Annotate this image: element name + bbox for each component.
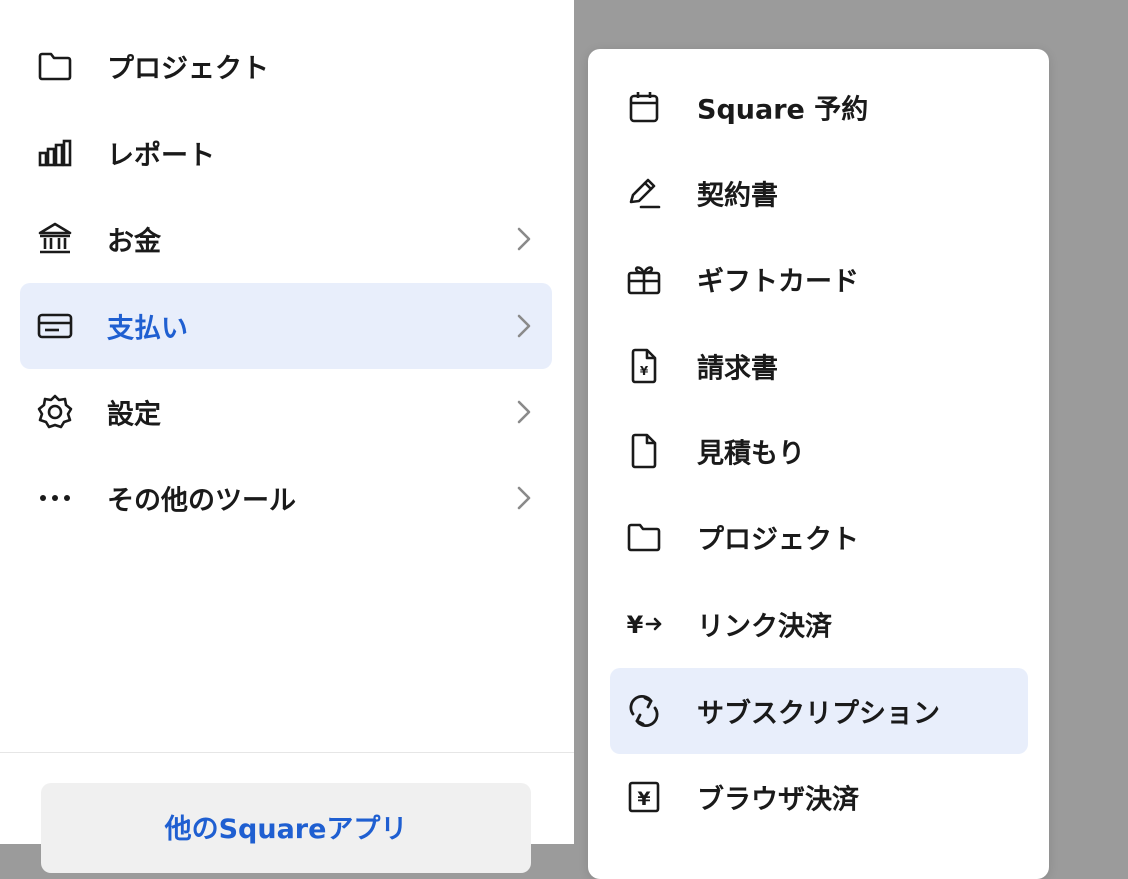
folder-icon (624, 517, 664, 557)
sidebar-item-label: レポート (107, 140, 215, 172)
chevron-right-icon (514, 398, 534, 426)
sidebar-item-money[interactable]: お金 (20, 196, 552, 282)
submenu-item-label: サブスクリプション (697, 698, 940, 730)
bar-chart-icon (36, 134, 74, 172)
submenu-item-subscriptions[interactable]: サブスクリプション (610, 668, 1028, 754)
sidebar-item-label: その他のツール (107, 485, 296, 517)
document-icon (624, 431, 664, 471)
gift-icon (624, 259, 664, 299)
sidebar-item-label: お金 (107, 226, 161, 258)
submenu-item-appointments[interactable]: Square 予約 (610, 64, 1028, 150)
more-dots-icon (36, 479, 74, 517)
folder-icon (36, 47, 74, 85)
gear-icon (36, 393, 74, 431)
credit-card-icon (36, 307, 74, 345)
divider (0, 752, 574, 753)
sidebar-item-reports[interactable]: レポート (20, 110, 552, 196)
chevron-right-icon (514, 484, 534, 512)
svg-text:¥: ¥ (627, 611, 644, 639)
submenu-item-projects[interactable]: プロジェクト (610, 494, 1028, 580)
sidebar-item-projects[interactable]: プロジェクト (20, 23, 552, 109)
chevron-right-icon (514, 225, 534, 253)
sidebar-item-payments[interactable]: 支払い (20, 283, 552, 369)
submenu-item-estimates[interactable]: 見積もり (610, 408, 1028, 494)
submenu-item-label: ブラウザ決済 (697, 784, 859, 816)
submenu-item-label: プロジェクト (697, 524, 859, 556)
sidebar-item-label: プロジェクト (107, 53, 269, 85)
submenu-item-label: Square 予約 (697, 94, 869, 126)
submenu-item-browser-payments[interactable]: ¥ ブラウザ決済 (610, 754, 1028, 840)
submenu-item-label: リンク決済 (697, 611, 832, 643)
sidebar: プロジェクト レポート お金 支払い 設定 その他のツール 他のSquareアプ… (0, 0, 574, 873)
payments-submenu: Square 予約 契約書 ギフトカード ¥ 請求書 見積もり プロジェクト ¥ (588, 49, 1049, 879)
submenu-item-label: 契約書 (697, 180, 778, 212)
submenu-item-label: ギフトカード (697, 266, 859, 298)
submenu-item-label: 見積もり (697, 438, 805, 470)
sidebar-item-settings[interactable]: 設定 (20, 369, 552, 455)
svg-text:¥: ¥ (640, 364, 649, 378)
yen-arrow-icon: ¥ (624, 604, 664, 644)
refresh-icon (624, 691, 664, 731)
svg-text:¥: ¥ (637, 788, 650, 810)
chevron-right-icon (514, 312, 534, 340)
submenu-item-payment-links[interactable]: ¥ リンク決済 (610, 581, 1028, 667)
yen-box-icon: ¥ (624, 777, 664, 817)
submenu-item-label: 請求書 (697, 353, 778, 385)
invoice-yen-icon: ¥ (624, 346, 664, 386)
sidebar-item-label: 設定 (107, 399, 161, 431)
submenu-item-gift-cards[interactable]: ギフトカード (610, 236, 1028, 322)
calendar-icon (624, 87, 664, 127)
pen-sign-icon (624, 173, 664, 213)
sidebar-item-more-tools[interactable]: その他のツール (20, 455, 552, 541)
sidebar-item-label: 支払い (107, 313, 188, 345)
bank-icon (36, 220, 74, 258)
other-square-apps-button[interactable]: 他のSquareアプリ (41, 783, 531, 873)
submenu-item-contracts[interactable]: 契約書 (610, 150, 1028, 236)
submenu-item-invoices[interactable]: ¥ 請求書 (610, 323, 1028, 409)
